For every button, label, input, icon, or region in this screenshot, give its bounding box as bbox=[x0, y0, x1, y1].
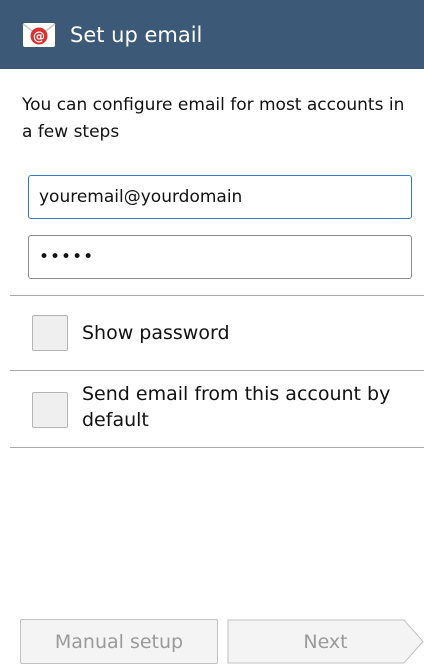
show-password-label: Show password bbox=[82, 322, 230, 344]
next-label: Next bbox=[303, 630, 348, 653]
email-input[interactable] bbox=[28, 175, 412, 219]
page-title: Set up email bbox=[70, 22, 203, 47]
manual-setup-label: Manual setup bbox=[54, 630, 184, 653]
svg-text:@: @ bbox=[33, 30, 45, 44]
action-bar: @ Set up email bbox=[0, 0, 424, 69]
divider bbox=[10, 447, 424, 448]
divider bbox=[10, 370, 424, 371]
intro-text: You can configure email for most account… bbox=[22, 95, 405, 142]
default-account-checkbox[interactable] bbox=[32, 392, 68, 428]
default-account-label: Send email from this account by default bbox=[82, 383, 391, 431]
next-button[interactable]: Next bbox=[227, 619, 424, 664]
email-app-icon: @ bbox=[22, 18, 56, 52]
divider bbox=[10, 295, 424, 296]
show-password-checkbox[interactable] bbox=[32, 315, 68, 351]
password-input[interactable] bbox=[28, 235, 412, 279]
manual-setup-button[interactable]: Manual setup bbox=[20, 619, 218, 664]
